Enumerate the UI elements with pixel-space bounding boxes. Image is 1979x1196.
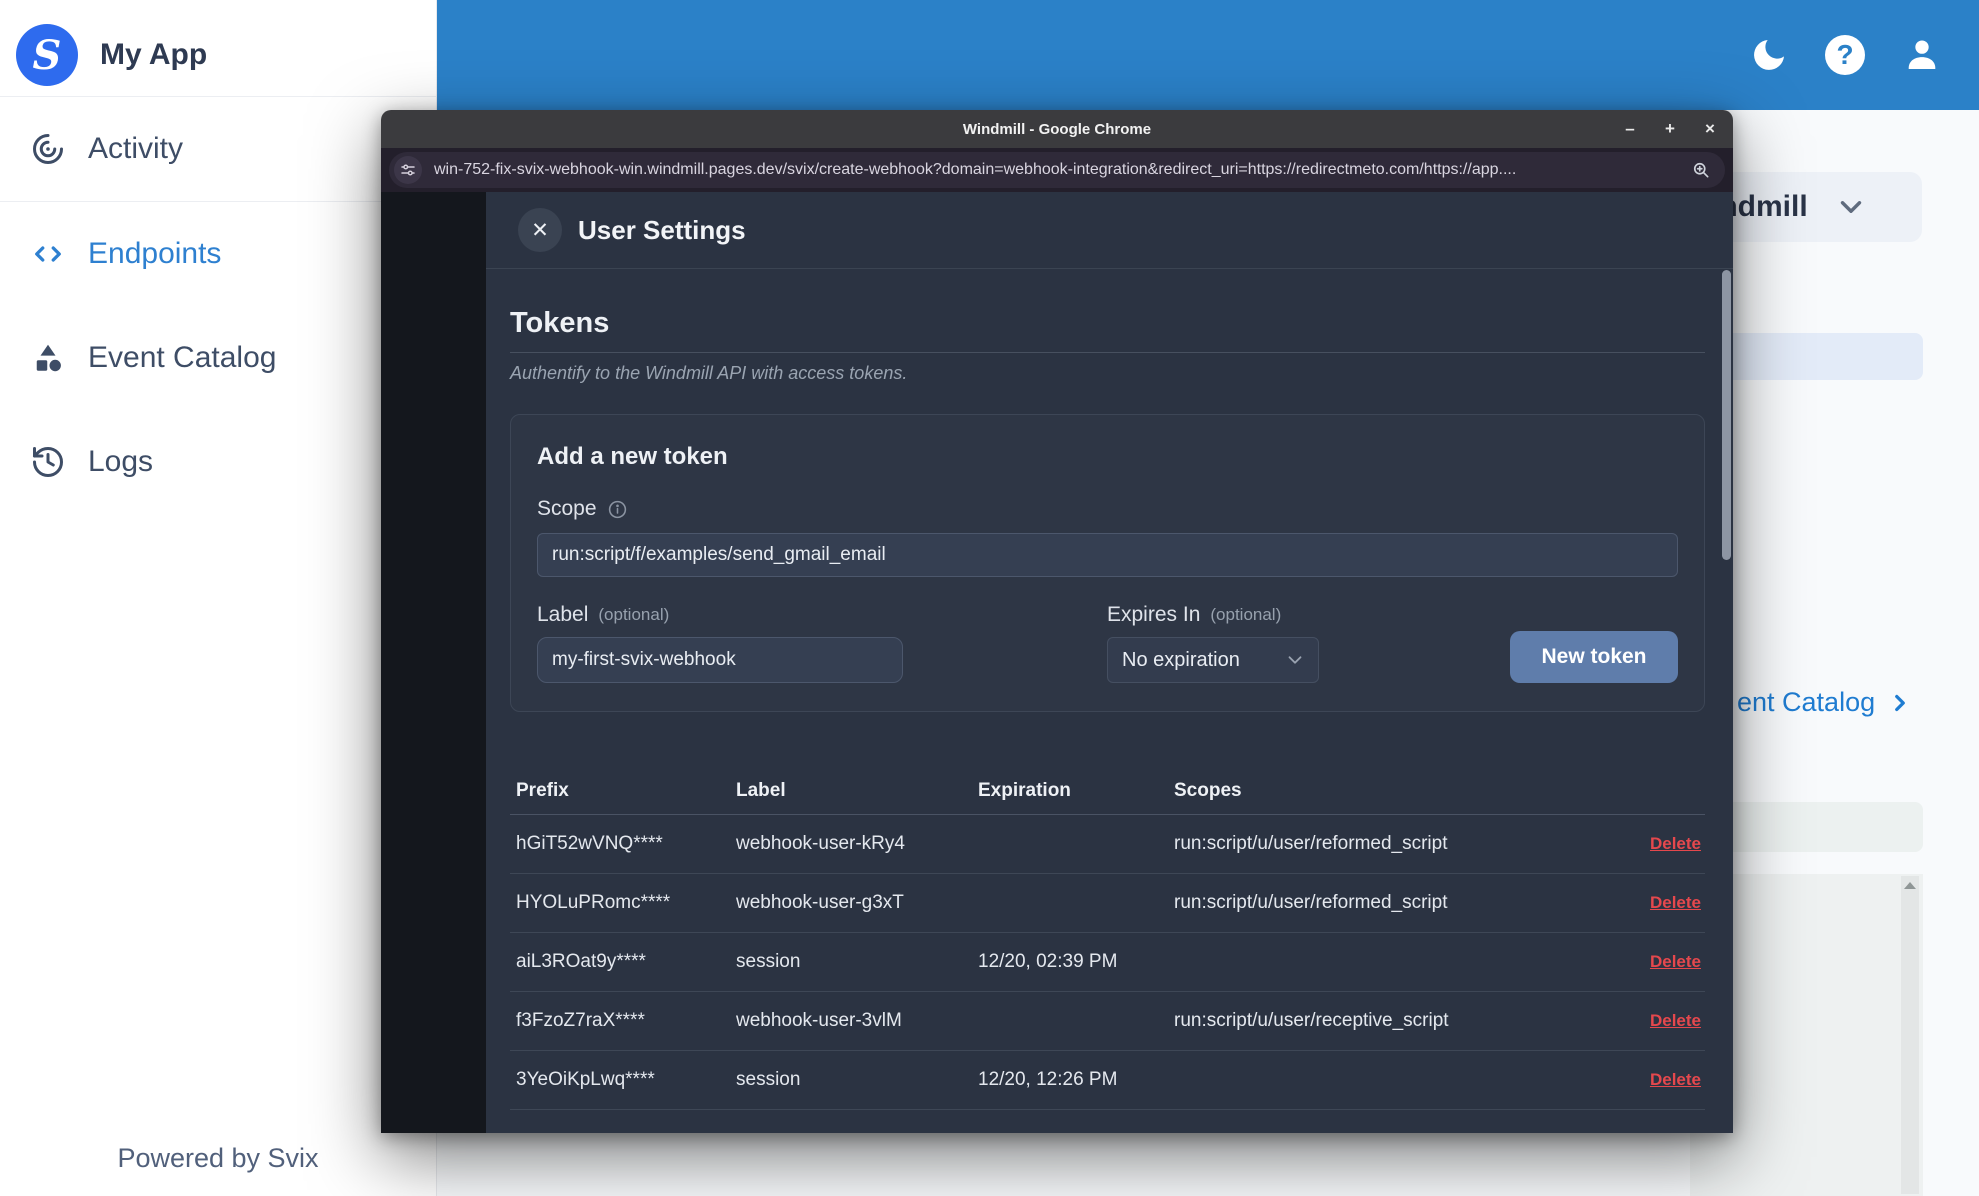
sidebar-item-logs[interactable]: Logs [0, 410, 436, 514]
cell-label: webhook-user-3vlM [736, 1010, 902, 1031]
maximize-button[interactable]: + [1661, 119, 1679, 139]
table-row: HYOLuPRomc**** webhook-user-g3xT run:scr… [510, 874, 1705, 933]
code-brackets-icon [35, 246, 61, 262]
chevron-right-icon [1895, 694, 1905, 711]
powered-by-svix: Powered by Svix [117, 1143, 319, 1173]
col-header-label: Label [736, 780, 786, 801]
drawer-scrollbar[interactable] [1722, 270, 1731, 1133]
url-text: win-752-fix-svix-webhook-win.windmill.pa… [434, 161, 1517, 178]
moon-icon [1754, 40, 1784, 70]
user-settings-drawer: ✕ User Settings Tokens Authentify to the… [486, 192, 1733, 1133]
info-icon[interactable] [607, 499, 628, 520]
history-icon [33, 447, 63, 477]
add-token-title: Add a new token [537, 443, 728, 470]
delete-token-link[interactable]: Delete [1650, 1070, 1701, 1089]
help-button[interactable]: ? [1825, 35, 1865, 75]
sidebar-item-label: Event Catalog [88, 341, 277, 374]
cell-expiration: 12/20, 12:26 PM [978, 1069, 1118, 1090]
tokens-section-subtitle: Authentify to the Windmill API with acce… [510, 363, 908, 383]
minimize-button[interactable]: – [1621, 119, 1639, 139]
col-header-expiration: Expiration [978, 780, 1071, 801]
label-label: Label [537, 603, 589, 626]
table-row: hGiT52wVNQ**** webhook-user-kRy4 run:scr… [510, 815, 1705, 874]
close-drawer-button[interactable]: ✕ [518, 208, 562, 252]
delete-token-link[interactable]: Delete [1650, 1011, 1701, 1030]
tune-icon [401, 164, 415, 176]
event-catalog-link[interactable]: ent Catalog [1737, 687, 1913, 718]
close-window-button[interactable]: × [1701, 119, 1719, 139]
activity-icon [33, 134, 63, 164]
cell-scopes: run:script/u/user/reformed_script [1174, 833, 1448, 854]
chevron-down-icon [1840, 201, 1861, 213]
app-header: ? [437, 0, 1979, 110]
cell-prefix: 3YeOiKpLwq**** [516, 1069, 655, 1090]
sidebar-item-label: Endpoints [88, 237, 222, 270]
account-button[interactable] [1901, 34, 1943, 76]
delete-token-link[interactable]: Delete [1650, 834, 1701, 853]
chevron-down-icon [1288, 656, 1302, 664]
expires-label: Expires In [1107, 603, 1201, 626]
help-icon: ? [1825, 35, 1865, 75]
scrollbar-thumb[interactable] [1722, 270, 1731, 560]
sidebar-item-event-catalog[interactable]: Event Catalog [0, 306, 436, 410]
background-scrollbar[interactable] [1901, 876, 1919, 1194]
tokens-table: Prefix Label Expiration Scopes hGiT52wVN… [510, 768, 1705, 1110]
svix-logo-icon: S [16, 24, 78, 86]
drawer-header: ✕ User Settings [486, 192, 1733, 269]
drawer-title: User Settings [578, 214, 746, 245]
cell-prefix: hGiT52wVNQ**** [516, 833, 663, 854]
scope-input[interactable] [537, 533, 1678, 577]
zoom-icon[interactable] [1691, 160, 1711, 180]
sidebar: S My App Activity Endpoints Event Catalo… [0, 0, 437, 1196]
address-bar[interactable]: win-752-fix-svix-webhook-win.windmill.pa… [389, 152, 1725, 188]
sidebar-item-label: Logs [88, 445, 154, 478]
sidebar-item-endpoints[interactable]: Endpoints [0, 202, 436, 306]
delete-token-link[interactable]: Delete [1650, 893, 1701, 912]
add-token-card: Add a new token Scope run:script/f/examp… [510, 414, 1705, 712]
cell-label: session [736, 1069, 801, 1090]
new-token-button[interactable]: New token [1510, 631, 1678, 683]
page-backdrop [381, 192, 486, 1133]
cell-prefix: f3FzoZ7raX**** [516, 1010, 645, 1031]
sidebar-item-label: Activity [88, 132, 184, 165]
cell-label: session [736, 951, 801, 972]
chrome-window: Windmill - Google Chrome – + × win-752-f… [381, 110, 1733, 1133]
cell-prefix: HYOLuPRomc**** [516, 892, 671, 913]
col-header-scopes: Scopes [1174, 780, 1242, 801]
window-title: Windmill - Google Chrome [962, 120, 1152, 138]
browser-urlbar: win-752-fix-svix-webhook-win.windmill.pa… [381, 148, 1733, 192]
expiration-select[interactable]: No expiration [1107, 637, 1319, 683]
scrollbar-up-arrow [1904, 882, 1916, 889]
cell-scopes: run:script/u/user/receptive_script [1174, 1010, 1449, 1031]
table-row: f3FzoZ7raX**** webhook-user-3vlM run:scr… [510, 992, 1705, 1051]
col-header-prefix: Prefix [516, 780, 569, 801]
site-settings-button[interactable] [394, 156, 422, 184]
delete-token-link[interactable]: Delete [1650, 952, 1701, 971]
expires-optional: (optional) [1210, 605, 1282, 624]
label-optional: (optional) [598, 605, 670, 624]
table-header-row: Prefix Label Expiration Scopes [510, 768, 1705, 815]
expiration-value: No expiration [1122, 648, 1240, 671]
workspace-dropdown[interactable]: indmill [1705, 172, 1922, 242]
sidebar-item-activity[interactable]: Activity [0, 97, 436, 201]
tokens-section-title: Tokens [510, 307, 1705, 353]
dark-mode-toggle[interactable] [1749, 35, 1789, 75]
scope-label: Scope [537, 497, 597, 520]
cell-label: webhook-user-kRy4 [736, 833, 905, 854]
cell-scopes: run:script/u/user/reformed_script [1174, 892, 1448, 913]
table-row: aiL3ROat9y**** session 12/20, 02:39 PM D… [510, 933, 1705, 992]
cell-label: webhook-user-g3xT [736, 892, 904, 913]
window-titlebar[interactable]: Windmill - Google Chrome – + × [381, 110, 1733, 148]
table-row: 3YeOiKpLwq**** session 12/20, 12:26 PM D… [510, 1051, 1705, 1110]
user-icon [1908, 40, 1936, 69]
cell-expiration: 12/20, 02:39 PM [978, 951, 1118, 972]
brand: S My App [0, 0, 436, 96]
shapes-icon [36, 344, 61, 372]
app-name: My App [100, 38, 208, 71]
event-catalog-link-label: ent Catalog [1737, 687, 1876, 717]
token-label-input[interactable] [537, 637, 903, 683]
cell-prefix: aiL3ROat9y**** [516, 951, 646, 972]
